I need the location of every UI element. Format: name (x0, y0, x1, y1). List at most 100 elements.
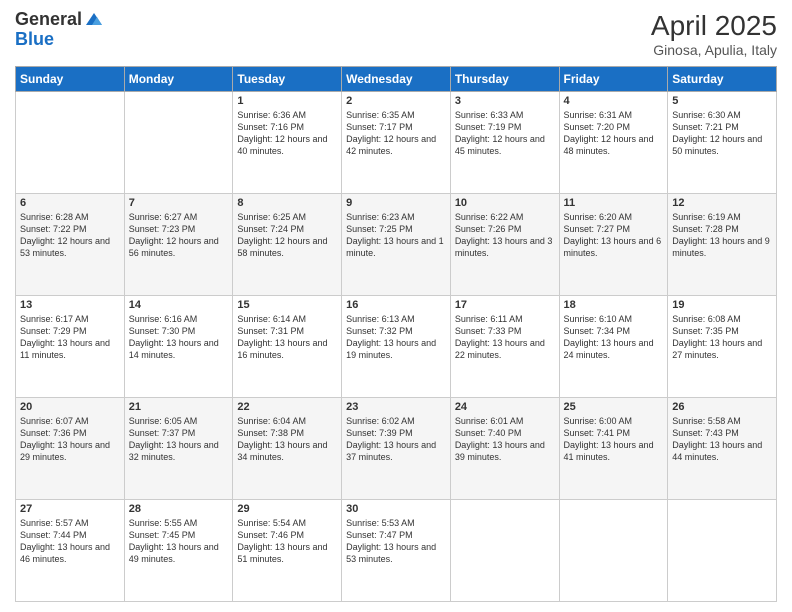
day-number: 29 (237, 503, 337, 515)
day-header-friday: Friday (559, 67, 668, 92)
week-row-5: 27 Sunrise: 5:57 AM Sunset: 7:44 PM Dayli… (16, 500, 777, 602)
day-number: 27 (20, 503, 120, 515)
day-info: Sunrise: 6:23 AM Sunset: 7:25 PM Dayligh… (346, 211, 446, 260)
day-cell: 16Sunrise: 6:13 AM Sunset: 7:32 PM Dayli… (342, 296, 451, 398)
day-number: 22 (237, 401, 337, 413)
day-number: 23 (346, 401, 446, 413)
day-header-tuesday: Tuesday (233, 67, 342, 92)
day-cell: 23 Sunrise: 6:02 AM Sunset: 7:39 PM Dayli… (342, 398, 451, 500)
main-title: April 2025 (651, 10, 777, 42)
day-cell: 22 Sunrise: 6:04 AM Sunset: 7:38 PM Dayli… (233, 398, 342, 500)
day-number: 4 (564, 95, 664, 107)
day-cell (124, 92, 233, 194)
day-number: 18 (564, 299, 664, 311)
day-info: Sunrise: 5:53 AM Sunset: 7:47 PM Dayligh… (346, 517, 446, 566)
day-number: 28 (129, 503, 229, 515)
day-info: Sunrise: 6:31 AM Sunset: 7:20 PM Dayligh… (564, 109, 664, 158)
day-info: Sunrise: 6:00 AM Sunset: 7:41 PM Dayligh… (564, 415, 664, 464)
week-row-2: 6 Sunrise: 6:28 AM Sunset: 7:22 PM Daylig… (16, 194, 777, 296)
day-number: 20 (20, 401, 120, 413)
day-info: Sunrise: 6:35 AM Sunset: 7:17 PM Dayligh… (346, 109, 446, 158)
day-cell: 8 Sunrise: 6:25 AM Sunset: 7:24 PM Daylig… (233, 194, 342, 296)
day-cell: 28Sunrise: 5:55 AM Sunset: 7:45 PM Dayli… (124, 500, 233, 602)
day-info: Sunrise: 6:11 AM Sunset: 7:33 PM Dayligh… (455, 313, 555, 362)
day-info: Sunrise: 5:54 AM Sunset: 7:46 PM Dayligh… (237, 517, 337, 566)
logo-general: General (15, 10, 82, 30)
day-cell: 13Sunrise: 6:17 AM Sunset: 7:29 PM Dayli… (16, 296, 125, 398)
day-number: 5 (672, 95, 772, 107)
day-number: 7 (129, 197, 229, 209)
day-cell: 7Sunrise: 6:27 AM Sunset: 7:23 PM Daylig… (124, 194, 233, 296)
day-cell: 6 Sunrise: 6:28 AM Sunset: 7:22 PM Daylig… (16, 194, 125, 296)
day-cell (668, 500, 777, 602)
day-number: 14 (129, 299, 229, 311)
day-cell (559, 500, 668, 602)
day-cell: 12Sunrise: 6:19 AM Sunset: 7:28 PM Dayli… (668, 194, 777, 296)
day-info: Sunrise: 6:14 AM Sunset: 7:31 PM Dayligh… (237, 313, 337, 362)
day-cell: 21 Sunrise: 6:05 AM Sunset: 7:37 PM Dayli… (124, 398, 233, 500)
day-info: Sunrise: 6:36 AM Sunset: 7:16 PM Dayligh… (237, 109, 337, 158)
day-number: 25 (564, 401, 664, 413)
day-number: 21 (129, 401, 229, 413)
day-cell (450, 500, 559, 602)
day-info: Sunrise: 6:20 AM Sunset: 7:27 PM Dayligh… (564, 211, 664, 260)
day-number: 9 (346, 197, 446, 209)
day-info: Sunrise: 6:30 AM Sunset: 7:21 PM Dayligh… (672, 109, 772, 158)
day-number: 30 (346, 503, 446, 515)
day-number: 3 (455, 95, 555, 107)
day-header-thursday: Thursday (450, 67, 559, 92)
day-info: Sunrise: 6:28 AM Sunset: 7:22 PM Dayligh… (20, 211, 120, 260)
day-cell: 9 Sunrise: 6:23 AM Sunset: 7:25 PM Daylig… (342, 194, 451, 296)
day-number: 11 (564, 197, 664, 209)
day-number: 19 (672, 299, 772, 311)
day-cell: 4 Sunrise: 6:31 AM Sunset: 7:20 PM Daylig… (559, 92, 668, 194)
logo-blue: Blue (15, 30, 104, 50)
day-cell: 1 Sunrise: 6:36 AM Sunset: 7:16 PM Daylig… (233, 92, 342, 194)
day-info: Sunrise: 5:57 AM Sunset: 7:44 PM Dayligh… (20, 517, 120, 566)
day-info: Sunrise: 6:04 AM Sunset: 7:38 PM Dayligh… (237, 415, 337, 464)
subtitle: Ginosa, Apulia, Italy (651, 42, 777, 58)
day-cell: 19Sunrise: 6:08 AM Sunset: 7:35 PM Dayli… (668, 296, 777, 398)
calendar-table: SundayMondayTuesdayWednesdayThursdayFrid… (15, 66, 777, 602)
day-cell: 5 Sunrise: 6:30 AM Sunset: 7:21 PM Daylig… (668, 92, 777, 194)
day-cell: 15 Sunrise: 6:14 AM Sunset: 7:31 PM Dayli… (233, 296, 342, 398)
week-row-3: 13Sunrise: 6:17 AM Sunset: 7:29 PM Dayli… (16, 296, 777, 398)
day-info: Sunrise: 5:58 AM Sunset: 7:43 PM Dayligh… (672, 415, 772, 464)
day-cell: 17 Sunrise: 6:11 AM Sunset: 7:33 PM Dayli… (450, 296, 559, 398)
days-header-row: SundayMondayTuesdayWednesdayThursdayFrid… (16, 67, 777, 92)
day-cell: 18 Sunrise: 6:10 AM Sunset: 7:34 PM Dayli… (559, 296, 668, 398)
day-cell: 27 Sunrise: 5:57 AM Sunset: 7:44 PM Dayli… (16, 500, 125, 602)
day-cell: 26 Sunrise: 5:58 AM Sunset: 7:43 PM Dayli… (668, 398, 777, 500)
header: General Blue April 2025 Ginosa, Apulia, … (15, 10, 777, 58)
day-info: Sunrise: 6:22 AM Sunset: 7:26 PM Dayligh… (455, 211, 555, 260)
day-header-saturday: Saturday (668, 67, 777, 92)
day-cell (16, 92, 125, 194)
day-number: 2 (346, 95, 446, 107)
day-cell: 25 Sunrise: 6:00 AM Sunset: 7:41 PM Dayli… (559, 398, 668, 500)
day-info: Sunrise: 6:02 AM Sunset: 7:39 PM Dayligh… (346, 415, 446, 464)
day-info: Sunrise: 6:01 AM Sunset: 7:40 PM Dayligh… (455, 415, 555, 464)
day-number: 15 (237, 299, 337, 311)
day-info: Sunrise: 6:07 AM Sunset: 7:36 PM Dayligh… (20, 415, 120, 464)
day-cell: 14 Sunrise: 6:16 AM Sunset: 7:30 PM Dayli… (124, 296, 233, 398)
day-cell: 20 Sunrise: 6:07 AM Sunset: 7:36 PM Dayli… (16, 398, 125, 500)
day-info: Sunrise: 6:25 AM Sunset: 7:24 PM Dayligh… (237, 211, 337, 260)
week-row-1: 1 Sunrise: 6:36 AM Sunset: 7:16 PM Daylig… (16, 92, 777, 194)
day-number: 6 (20, 197, 120, 209)
day-cell: 24Sunrise: 6:01 AM Sunset: 7:40 PM Dayli… (450, 398, 559, 500)
day-info: Sunrise: 6:10 AM Sunset: 7:34 PM Dayligh… (564, 313, 664, 362)
day-number: 8 (237, 197, 337, 209)
day-info: Sunrise: 6:17 AM Sunset: 7:29 PM Dayligh… (20, 313, 120, 362)
day-info: Sunrise: 6:19 AM Sunset: 7:28 PM Dayligh… (672, 211, 772, 260)
day-number: 17 (455, 299, 555, 311)
title-block: April 2025 Ginosa, Apulia, Italy (651, 10, 777, 58)
day-header-monday: Monday (124, 67, 233, 92)
page: General Blue April 2025 Ginosa, Apulia, … (0, 0, 792, 612)
day-info: Sunrise: 6:16 AM Sunset: 7:30 PM Dayligh… (129, 313, 229, 362)
day-header-sunday: Sunday (16, 67, 125, 92)
day-header-wednesday: Wednesday (342, 67, 451, 92)
day-cell: 2 Sunrise: 6:35 AM Sunset: 7:17 PM Daylig… (342, 92, 451, 194)
day-info: Sunrise: 6:05 AM Sunset: 7:37 PM Dayligh… (129, 415, 229, 464)
day-number: 26 (672, 401, 772, 413)
day-number: 1 (237, 95, 337, 107)
